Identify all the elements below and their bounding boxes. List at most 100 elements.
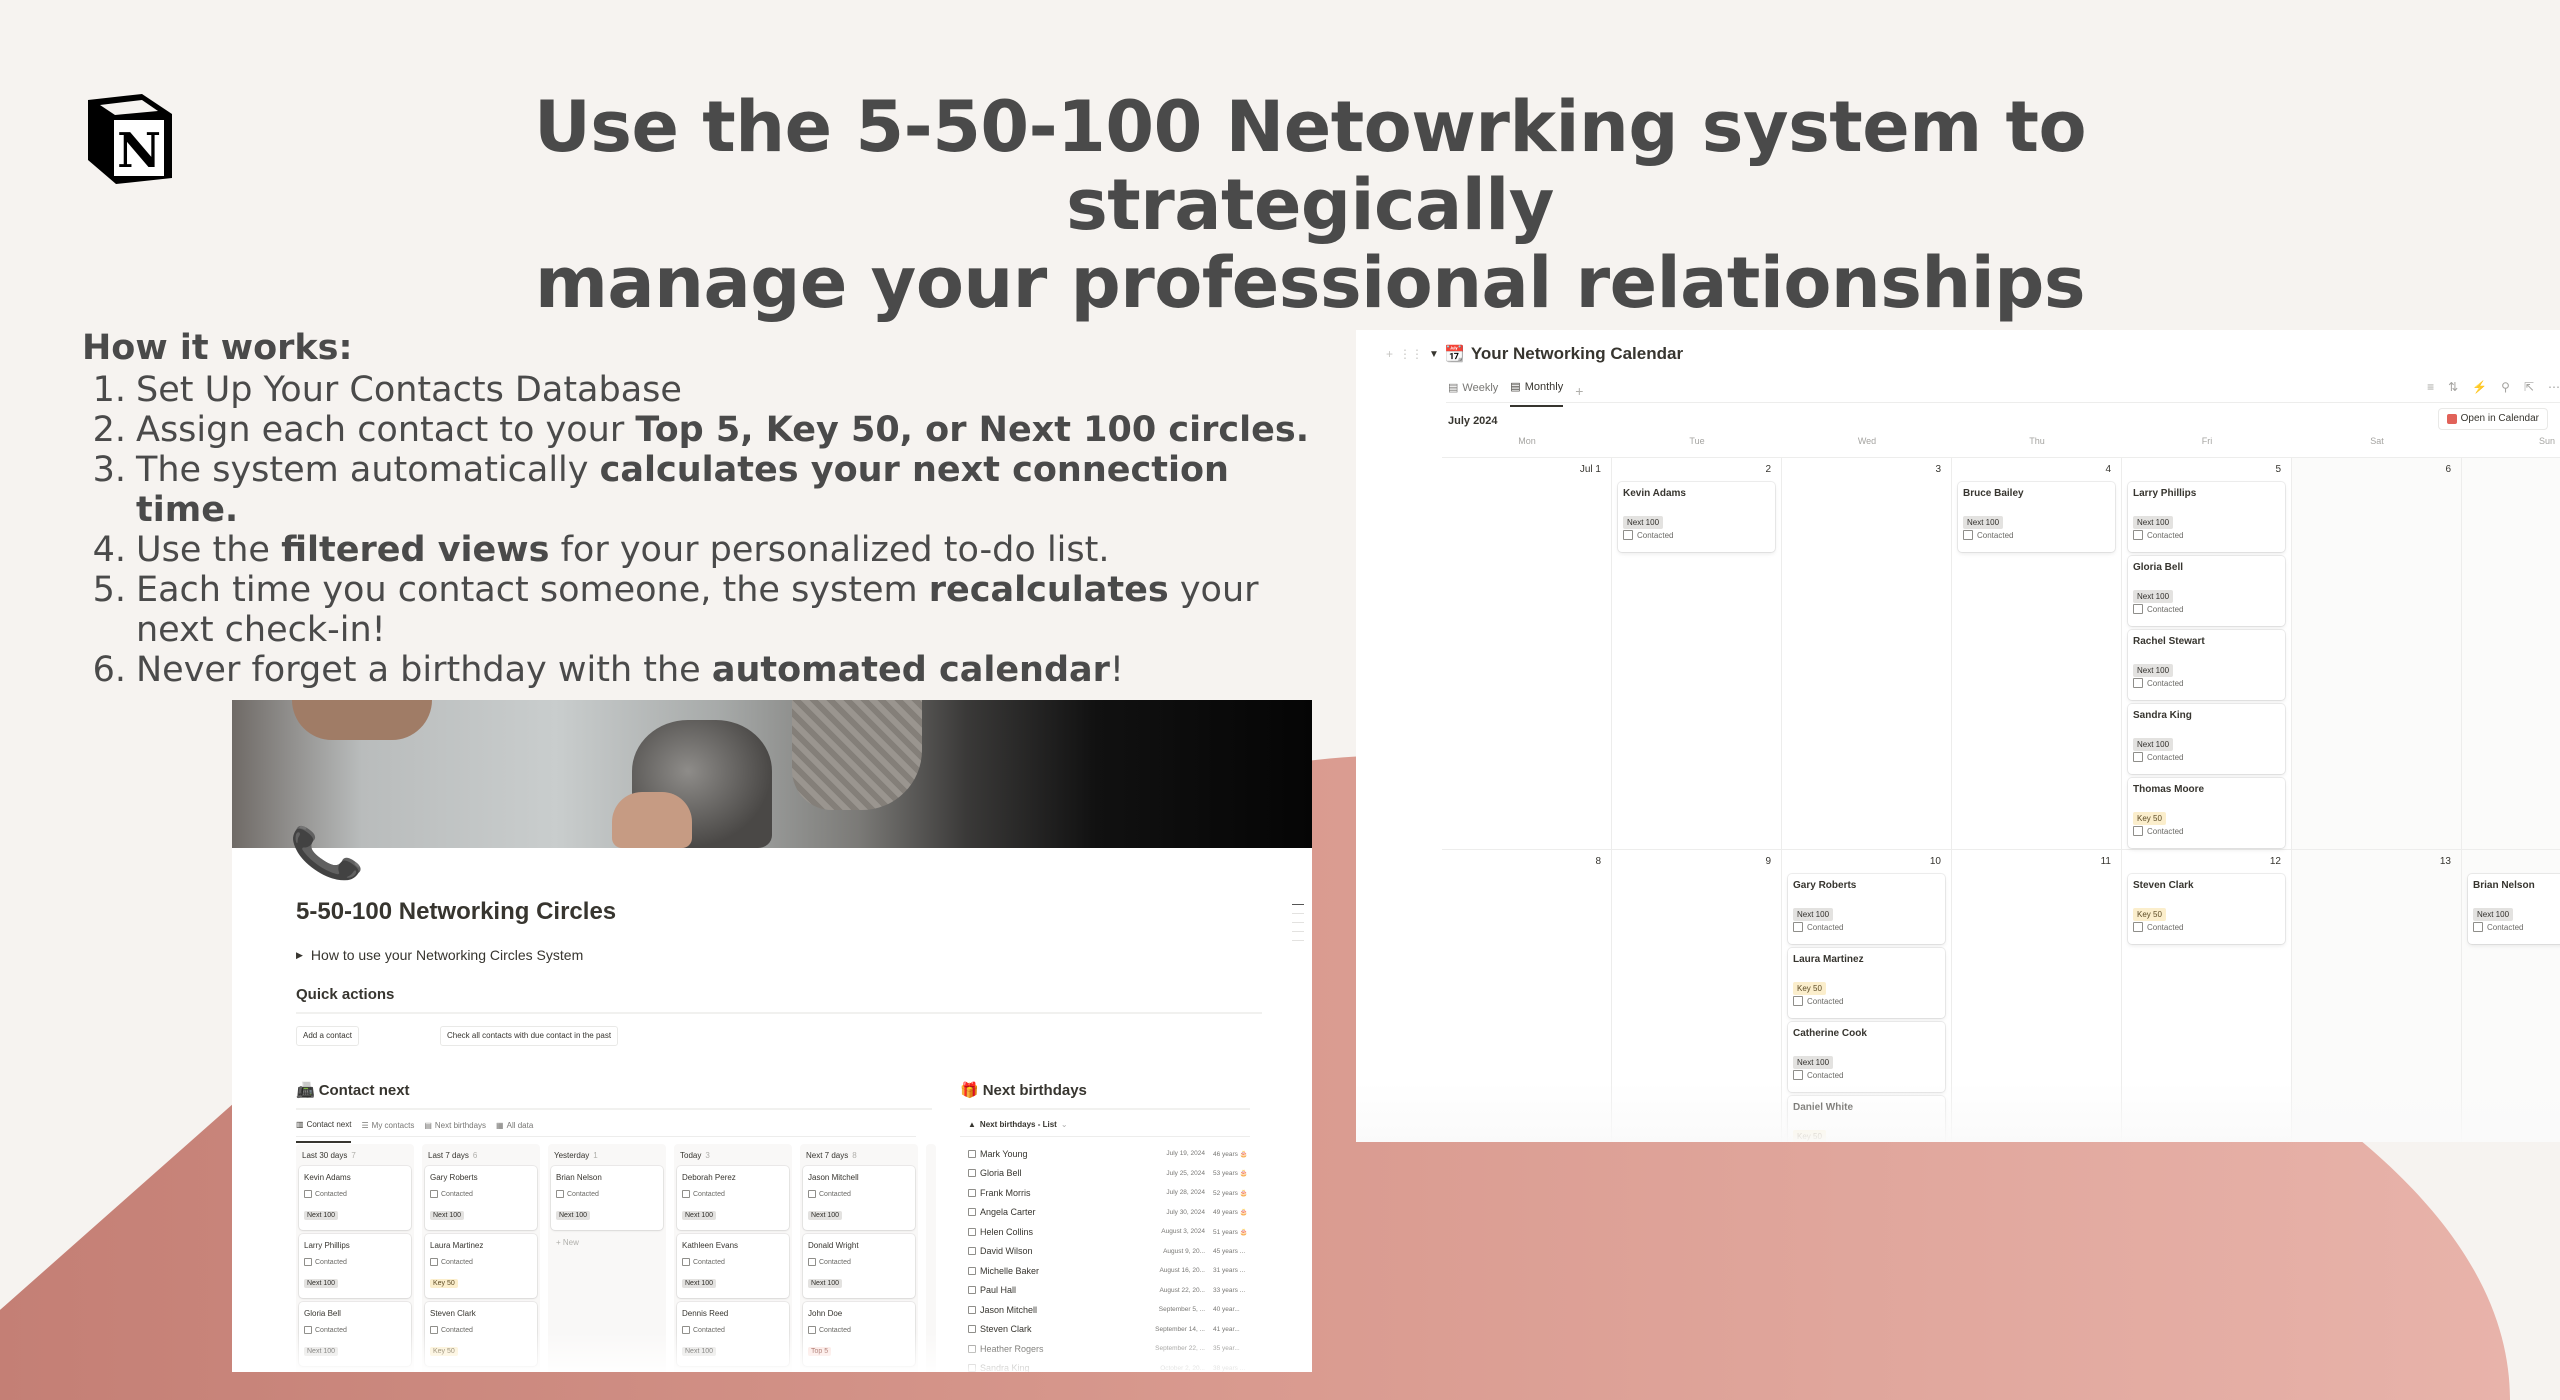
check-due-contacts-button[interactable]: Check all contacts with due contact in t… [440, 1026, 619, 1046]
checkbox[interactable] [968, 1247, 976, 1256]
contact-card[interactable]: Deborah Perez Contacted Next 100 [677, 1166, 789, 1230]
checkbox[interactable] [2133, 604, 2143, 614]
calendar-event-card[interactable]: Kevin Adams Next 100 Contacted [1618, 482, 1775, 552]
checkbox[interactable] [808, 1190, 816, 1198]
tab-contact-next[interactable]: ▥ Contact next [296, 1120, 352, 1143]
table-of-contents-indicator[interactable] [1292, 904, 1304, 949]
contacted-checkbox[interactable]: Contacted [1623, 530, 1770, 540]
checkbox[interactable] [968, 1169, 976, 1178]
checkbox[interactable] [1793, 922, 1803, 932]
checkbox[interactable] [968, 1208, 976, 1217]
contacted-checkbox[interactable]: Contacted [682, 1326, 784, 1334]
calendar-day[interactable]: 3 [1782, 458, 1952, 849]
checkbox[interactable] [304, 1190, 312, 1198]
calendar-event-card[interactable]: Thomas Moore Key 50 Contacted [2128, 778, 2285, 848]
birthday-row[interactable]: Heather Rogers September 22, ... 35 year..… [968, 1339, 1253, 1359]
checkbox[interactable] [968, 1227, 976, 1236]
more-icon[interactable]: ⋯ [2548, 380, 2560, 394]
birthday-row[interactable]: David Wilson August 9, 20... 45 years ... [968, 1242, 1253, 1262]
calendar-event-card[interactable]: Laura Martinez Key 50 Contacted [1788, 948, 1945, 1018]
contacted-checkbox[interactable]: Contacted [2473, 922, 2560, 932]
checkbox[interactable] [304, 1326, 312, 1334]
checkbox[interactable] [968, 1305, 976, 1314]
contacted-checkbox[interactable]: Contacted [556, 1190, 658, 1198]
contact-card[interactable]: Donald Wright Contacted Next 100 [803, 1234, 915, 1298]
calendar-day[interactable]: 2 Kevin Adams Next 100 Contacted [1612, 458, 1782, 849]
birthdays-view-selector[interactable]: ▲ Next birthdays - List ⌄ [968, 1120, 1068, 1129]
checkbox[interactable] [430, 1258, 438, 1266]
contact-card[interactable]: Kathleen Evans Contacted Next 100 [677, 1234, 789, 1298]
contacted-checkbox[interactable]: Contacted [304, 1190, 406, 1198]
birthday-row[interactable]: Michelle Baker August 16, 20... 31 years .… [968, 1261, 1253, 1281]
checkbox[interactable] [968, 1188, 976, 1197]
contacted-checkbox[interactable]: Contacted [2133, 922, 2280, 932]
birthday-row[interactable]: Sandra King October 2, 20... 38 years ... [968, 1359, 1253, 1372]
birthday-row[interactable]: Jason Mitchell September 5, ... 40 year... [968, 1300, 1253, 1320]
birthday-row[interactable]: Paul Hall August 22, 20... 33 years ... [968, 1281, 1253, 1301]
contact-card[interactable]: Gary Roberts Contacted Next 100 [425, 1166, 537, 1230]
checkbox[interactable] [968, 1286, 976, 1295]
calendar-day[interactable]: 5 Larry Phillips Next 100 Contacted Gloria B… [2122, 458, 2292, 849]
checkbox[interactable] [304, 1258, 312, 1266]
contacted-checkbox[interactable]: Contacted [2133, 604, 2280, 614]
sort-icon[interactable]: ⇅ [2448, 380, 2458, 394]
tab-all-data[interactable]: ▦ All data [496, 1120, 533, 1143]
contact-card[interactable]: Gloria Bell Contacted Next 100 [299, 1302, 411, 1366]
contacted-checkbox[interactable]: Contacted [430, 1258, 532, 1266]
calendar-event-card[interactable]: Rachel Stewart Next 100 Contacted [2128, 630, 2285, 700]
calendar-event-card[interactable]: Gary Roberts Next 100 Contacted [1788, 874, 1945, 944]
birthday-row[interactable]: Gloria Bell July 25, 2024 53 years 🎂 [968, 1164, 1253, 1184]
contacted-checkbox[interactable]: Contacted [430, 1326, 532, 1334]
checkbox[interactable] [808, 1258, 816, 1266]
calendar-event-card[interactable]: Brian Nelson Next 100 Contacted [2468, 874, 2560, 944]
expand-icon[interactable]: ⇱ [2524, 380, 2534, 394]
calendar-event-card[interactable]: Larry Phillips Next 100 Contacted [2128, 482, 2285, 552]
calendar-event-card[interactable]: Steven Clark Key 50 Contacted [2128, 874, 2285, 944]
checkbox[interactable] [968, 1344, 976, 1353]
contact-card[interactable]: Laura Martinez Contacted Key 50 [425, 1234, 537, 1298]
contacted-checkbox[interactable]: Contacted [1793, 996, 1940, 1006]
calendar-day[interactable]: 4 Bruce Bailey Next 100 Contacted [1952, 458, 2122, 849]
checkbox[interactable] [1793, 996, 1803, 1006]
add-contact-button[interactable]: Add a contact [296, 1026, 359, 1046]
birthday-row[interactable]: Mark Young July 19, 2024 46 years 🎂 [968, 1144, 1253, 1164]
calendar-event-card[interactable]: Bruce Bailey Next 100 Contacted [1958, 482, 2115, 552]
contact-card[interactable]: Brian Nelson Contacted Next 100 [551, 1166, 663, 1230]
contact-card[interactable]: Larry Phillips Contacted Next 100 [299, 1234, 411, 1298]
birthday-row[interactable]: Helen Collins August 3, 2024 51 years 🎂 [968, 1222, 1253, 1242]
contacted-checkbox[interactable]: Contacted [304, 1326, 406, 1334]
contacted-checkbox[interactable]: Contacted [1793, 922, 1940, 932]
contact-card[interactable]: Kevin Adams Contacted Next 100 [299, 1166, 411, 1230]
checkbox[interactable] [556, 1190, 564, 1198]
contact-card[interactable]: Steven Clark Contacted Key 50 [425, 1302, 537, 1366]
how-to-toggle[interactable]: ▶ How to use your Networking Circles Sys… [296, 947, 583, 963]
contacted-checkbox[interactable]: Contacted [808, 1258, 910, 1266]
contacted-checkbox[interactable]: Contacted [304, 1258, 406, 1266]
checkbox[interactable] [968, 1364, 976, 1372]
checkbox[interactable] [968, 1266, 976, 1275]
checkbox[interactable] [1793, 1070, 1803, 1080]
new-card-button[interactable]: + New [551, 1234, 663, 1251]
checkbox[interactable] [1623, 530, 1633, 540]
contacted-checkbox[interactable]: Contacted [2133, 752, 2280, 762]
add-block-icon[interactable]: + [1386, 347, 1393, 361]
checkbox[interactable] [808, 1326, 816, 1334]
checkbox[interactable] [2133, 530, 2143, 540]
automation-bolt-icon[interactable]: ⚡ [2472, 380, 2487, 394]
checkbox[interactable] [2133, 678, 2143, 688]
tab-my-contacts[interactable]: ☰ My contacts [361, 1120, 414, 1143]
birthday-row[interactable]: Steven Clark September 14, ... 41 year... [968, 1320, 1253, 1340]
open-in-calendar-button[interactable]: Open in Calendar [2437, 408, 2548, 430]
checkbox[interactable] [2133, 752, 2143, 762]
checkbox[interactable] [682, 1258, 690, 1266]
filter-icon[interactable]: ≡ [2427, 380, 2434, 394]
checkbox[interactable] [968, 1325, 976, 1334]
contacted-checkbox[interactable]: Contacted [2133, 826, 2280, 836]
checkbox[interactable] [1963, 530, 1973, 540]
calendar-day[interactable]: 7 [2462, 458, 2560, 849]
contacted-checkbox[interactable]: Contacted [808, 1190, 910, 1198]
contacted-checkbox[interactable]: Contacted [682, 1258, 784, 1266]
calendar-day[interactable]: Jul 1 [1442, 458, 1612, 849]
contact-card[interactable]: Jason Mitchell Contacted Next 100 [803, 1166, 915, 1230]
calendar-day[interactable]: 6 [2292, 458, 2462, 849]
